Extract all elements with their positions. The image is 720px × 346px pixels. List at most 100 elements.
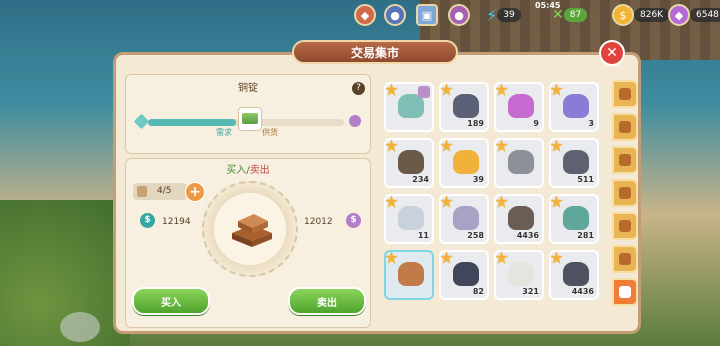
item-count: 9 xyxy=(533,119,539,128)
supply-icon xyxy=(349,115,361,127)
lightning-icon: ⚡ xyxy=(486,5,498,25)
star-icon xyxy=(550,251,563,264)
pet-icon: ● xyxy=(448,4,470,26)
supply-label: 供货 xyxy=(262,128,278,137)
energy-value: 39 xyxy=(497,8,521,22)
star-icon xyxy=(495,251,508,264)
silver-nugget-icon xyxy=(508,150,534,174)
grid-item-jade-ore[interactable]: 281 xyxy=(549,194,599,244)
shell-icon xyxy=(619,253,631,265)
flower-icon xyxy=(619,121,631,133)
trade-title: 买入/卖出 xyxy=(126,161,370,176)
hud-gift[interactable]: ▣ xyxy=(416,3,438,27)
trade-title-sell: 卖出 xyxy=(249,165,270,176)
star-icon xyxy=(495,139,508,152)
character-icon: ● xyxy=(384,4,406,26)
close-icon: ✕ xyxy=(606,45,618,61)
badge-icon: ◆ xyxy=(354,4,376,26)
gold-ingot-icon xyxy=(453,150,479,174)
close-button[interactable]: ✕ xyxy=(599,40,625,66)
rainbow-ingot-icon xyxy=(508,94,534,118)
gem-counter[interactable]: ◆ 6548 xyxy=(668,3,720,27)
bug-icon xyxy=(619,220,631,232)
white-stone-icon xyxy=(508,262,534,286)
stamina-counter: ✕ 87 xyxy=(552,3,588,27)
star-icon xyxy=(385,83,398,96)
quartz-icon xyxy=(453,206,479,230)
grid-item-quartz[interactable]: 258 xyxy=(439,194,489,244)
copper-ingot-icon xyxy=(398,262,424,286)
misc-icon xyxy=(619,286,631,298)
star-icon xyxy=(495,195,508,208)
star-icon xyxy=(440,139,453,152)
background-rock xyxy=(60,312,100,342)
grid-item-ore-gem[interactable]: 189 xyxy=(439,82,489,132)
item-count: 258 xyxy=(467,231,484,240)
star-icon xyxy=(550,83,563,96)
market-stall-icon xyxy=(238,107,262,131)
tools-icon: ✕ xyxy=(552,7,564,23)
grid-item-iron-ore[interactable]: 511 xyxy=(549,138,599,188)
coal-icon xyxy=(563,262,589,286)
window-title: 交易集市 xyxy=(292,40,458,64)
sell-button[interactable]: 卖出 xyxy=(288,287,366,315)
item-count: 189 xyxy=(467,119,484,128)
grid-item-silver-nugget[interactable] xyxy=(494,138,544,188)
star-icon xyxy=(385,139,398,152)
buy-button[interactable]: 买入 xyxy=(132,287,210,315)
grid-item-copper-ingot[interactable] xyxy=(384,250,434,300)
add-quantity-button[interactable]: + xyxy=(185,182,205,202)
obsidian-icon xyxy=(453,262,479,286)
grid-item-amethyst[interactable]: 3 xyxy=(549,82,599,132)
star-icon xyxy=(440,83,453,96)
grid-item-rainbow-ingot[interactable]: 9 xyxy=(494,82,544,132)
tab-mushroom[interactable] xyxy=(612,146,638,174)
hud-avatar-1[interactable]: ◆ xyxy=(354,3,376,27)
jade-ore-icon xyxy=(563,206,589,230)
item-detail-panel: 铜锭 ? 需求 供货 买入/卖出 4/5 + $ 12194 12012 $ 买… xyxy=(125,74,371,329)
amethyst-icon xyxy=(563,94,589,118)
energy-counter: ⚡ 39 xyxy=(486,3,521,27)
tab-flower[interactable] xyxy=(612,113,638,141)
tab-grid[interactable] xyxy=(612,80,638,108)
hud-avatar-2[interactable]: ● xyxy=(384,3,406,27)
silver-ingot-icon xyxy=(398,206,424,230)
trade-box: 买入/卖出 4/5 + $ 12194 12012 $ 买入 卖出 xyxy=(125,158,371,328)
ore-gem-icon xyxy=(453,94,479,118)
help-button[interactable]: ? xyxy=(352,82,365,95)
supply-demand-box: 铜锭 ? 需求 供货 xyxy=(125,74,371,154)
grid-item-white-stone[interactable]: 321 xyxy=(494,250,544,300)
gift-icon: ▣ xyxy=(416,4,438,26)
item-count: 234 xyxy=(412,175,429,184)
buy-coin-icon: $ xyxy=(140,213,155,228)
item-count: 3 xyxy=(588,119,594,128)
grid-item-copper-ore[interactable]: 4436 xyxy=(494,194,544,244)
grid-item-obsidian[interactable]: 82 xyxy=(439,250,489,300)
gold-ore-icon xyxy=(398,150,424,174)
gold-counter[interactable]: $ 826K xyxy=(612,3,670,27)
stamina-value: 87 xyxy=(563,8,588,22)
copper-ingot-icon xyxy=(232,214,272,247)
grid-item-gold-ingot[interactable]: 39 xyxy=(439,138,489,188)
tab-misc[interactable] xyxy=(612,278,638,306)
item-count: 4436 xyxy=(571,287,594,296)
mushroom-icon xyxy=(619,154,631,166)
grid-item-ore-teal[interactable] xyxy=(384,82,434,132)
grid-item-silver-ingot[interactable]: 11 xyxy=(384,194,434,244)
grid-item-gold-ore[interactable]: 234 xyxy=(384,138,434,188)
gold-value: 826K xyxy=(634,8,670,22)
trade-title-buy: 买入 xyxy=(226,165,247,176)
item-count: 321 xyxy=(522,287,539,296)
star-icon xyxy=(550,139,563,152)
tab-fish[interactable] xyxy=(612,179,638,207)
quantity-value: 4/5 xyxy=(157,186,172,196)
tag-icon xyxy=(418,86,430,98)
item-grid: 189 9 3 234 39 511 11 258 4436 281 82 321 4436 xyxy=(378,74,614,329)
star-icon xyxy=(440,251,453,264)
hud-avatar-3[interactable]: ● xyxy=(448,3,470,27)
star-icon xyxy=(385,195,398,208)
grid-item-coal[interactable]: 4436 xyxy=(549,250,599,300)
tab-shell[interactable] xyxy=(612,245,638,273)
slot-icon xyxy=(137,186,147,197)
tab-bug[interactable] xyxy=(612,212,638,240)
